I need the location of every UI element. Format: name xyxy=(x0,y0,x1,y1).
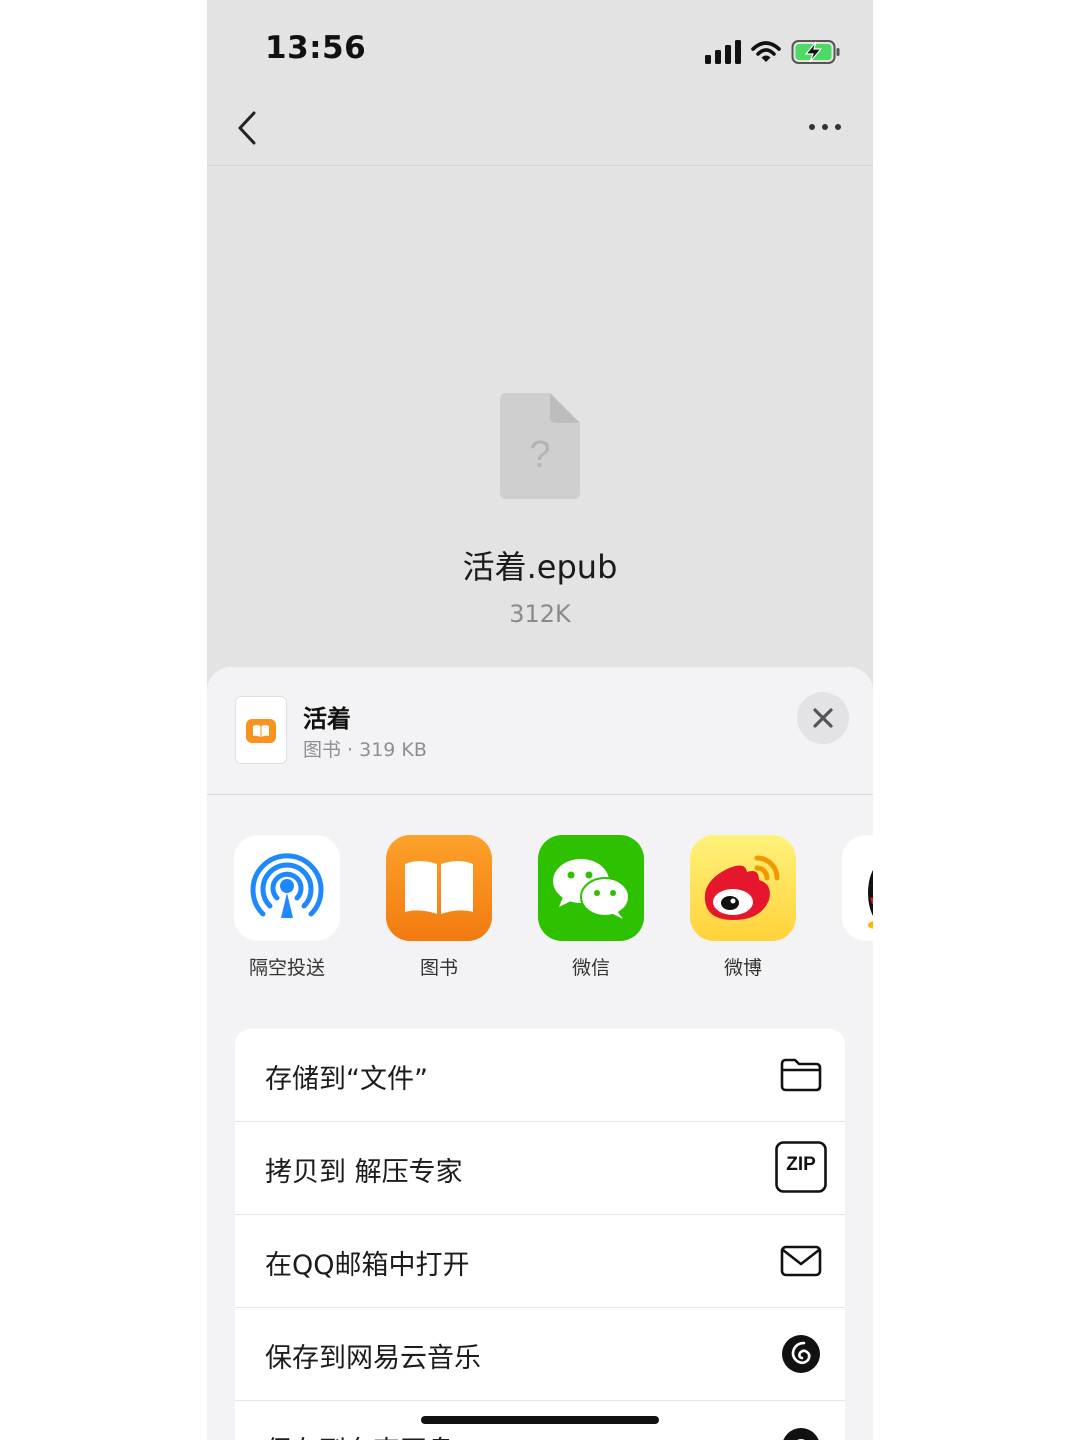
zip-icon-text: ZIP xyxy=(786,1154,816,1175)
svg-text:?: ? xyxy=(529,434,550,476)
action-label: 保存到夸克网盘 xyxy=(265,1429,454,1440)
airdrop-icon xyxy=(234,835,340,941)
wechat-icon xyxy=(538,835,644,941)
share-app-qq[interactable] xyxy=(825,835,873,941)
books-badge-icon xyxy=(246,719,276,743)
more-dots-icon xyxy=(809,124,841,130)
close-button[interactable] xyxy=(797,692,849,744)
phone-screen: 13:56 ? 活着.epub 312K 活着 图书 · 319 KB 隔空投送… xyxy=(207,0,873,1440)
mail-icon xyxy=(777,1237,825,1285)
action-label: 存储到“文件” xyxy=(265,1064,428,1095)
close-icon xyxy=(813,708,833,728)
more-button[interactable] xyxy=(805,110,845,144)
share-app-airdrop[interactable]: 隔空投送 xyxy=(217,835,357,980)
status-time: 13:56 xyxy=(265,30,367,66)
share-sheet-title: 活着 xyxy=(303,705,351,733)
action-label: 保存到网易云音乐 xyxy=(265,1343,481,1374)
action-save-to-files[interactable]: 存储到“文件” xyxy=(235,1029,845,1122)
share-app-wechat[interactable]: 微信 xyxy=(521,835,661,980)
unknown-file-icon: ? xyxy=(500,393,580,499)
chevron-left-icon xyxy=(238,111,256,145)
share-app-label: 图书 xyxy=(419,957,458,979)
share-app-label: 微信 xyxy=(571,957,610,979)
nav-divider xyxy=(207,165,873,166)
battery-charging-icon xyxy=(791,40,840,64)
action-open-in-qq-mail[interactable]: 在QQ邮箱中打开 xyxy=(235,1215,845,1308)
action-label: 在QQ邮箱中打开 xyxy=(265,1250,470,1281)
share-actions-list: 存储到“文件” 拷贝到 解压专家 ZIP 在QQ邮箱中打开 保存到网易云音乐 xyxy=(235,1029,845,1440)
file-size: 312K xyxy=(509,600,571,628)
file-name: 活着.epub xyxy=(462,548,618,586)
netease-music-icon xyxy=(777,1330,825,1378)
action-save-to-netease-music[interactable]: 保存到网易云音乐 xyxy=(235,1308,845,1401)
books-icon xyxy=(386,835,492,941)
status-icons xyxy=(705,36,841,68)
folder-icon xyxy=(777,1051,825,1099)
document-thumbnail xyxy=(235,696,287,764)
action-copy-to-unzip[interactable]: 拷贝到 解压专家 ZIP xyxy=(235,1122,845,1215)
back-button[interactable] xyxy=(227,104,267,152)
share-apps-row: 隔空投送 图书 微信 微博 xyxy=(207,835,873,985)
signal-icon xyxy=(705,40,741,64)
action-label: 拷贝到 解压专家 xyxy=(265,1157,463,1188)
quark-icon xyxy=(777,1423,825,1440)
share-app-books[interactable]: 图书 xyxy=(369,835,509,980)
zip-icon: ZIP xyxy=(775,1141,827,1193)
home-indicator xyxy=(421,1416,659,1424)
share-sheet-header: 活着 图书 · 319 KB xyxy=(207,667,873,795)
share-app-weibo[interactable]: 微博 xyxy=(673,835,813,980)
share-sheet-subtitle: 图书 · 319 KB xyxy=(303,739,427,761)
share-app-label: 微博 xyxy=(723,957,762,979)
weibo-icon xyxy=(690,835,796,941)
qq-icon xyxy=(842,835,873,941)
share-sheet: 活着 图书 · 319 KB 隔空投送 图书 微信 微博 存储到“文件” 拷贝到… xyxy=(207,667,873,1440)
share-app-label: 隔空投送 xyxy=(248,957,325,979)
wifi-icon xyxy=(751,41,781,62)
